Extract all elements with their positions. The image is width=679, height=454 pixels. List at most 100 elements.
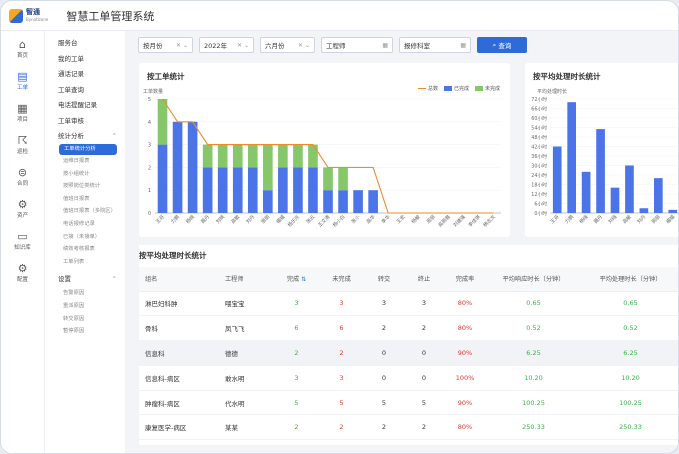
x-tick-label: 杨乐乐 (286, 213, 301, 228)
period-select[interactable]: 按月份 ✕ ⌄ (138, 37, 193, 53)
bar-completed (368, 190, 378, 213)
table-cell: 0.52 (486, 315, 581, 342)
year-select[interactable]: 2022年 ✕ ⌄ (199, 37, 254, 53)
table-cell: 2 (364, 315, 404, 342)
column-header-label: 平均处理时长（分钟） (599, 276, 662, 284)
query-button[interactable]: ⌕ 查询 (477, 37, 527, 53)
y-tick-label: 0 (148, 211, 151, 217)
x-tick-label: 刘建强 (452, 213, 467, 228)
subnav-stats-item[interactable]: 已接（未接单） (45, 231, 125, 244)
table-cell: 肿瘤科-病区 (139, 390, 219, 416)
x-tick-label: 杨小白 (331, 213, 346, 228)
nav-book[interactable]: ▭ 知识库 (1, 226, 44, 255)
table-cell: 0 (364, 340, 404, 366)
table-cell: 代水明 (219, 390, 274, 416)
subnav-settings-item[interactable]: 重派原因 (45, 300, 125, 313)
subnav-stats-item[interactable]: 按小组统计 (45, 168, 125, 181)
sub-nav: 服务台 我的工单 通话记录 工单查询 电话提醒记录 工单审核 统计分析 ⌃ 工单统计分析 运维日报… (45, 31, 125, 453)
table-cell: 6.25 (486, 340, 581, 366)
subnav-stats-item[interactable]: 工单统计分析 (59, 144, 117, 155)
nav-contract[interactable]: ⊜ 合同 (1, 162, 44, 191)
dept-field[interactable]: 报修科室 ▦ (399, 37, 471, 53)
subnav-stats-item[interactable]: 值班日报表（多院区） (45, 205, 125, 218)
table-cell: 5 (364, 390, 404, 416)
left-nav: ⌂ 首页 ▤ 工单 ▦ 项目 ☈ 巡检 ⊜ 合同 ⚙ 资产 ▭ 知识库 ⚙ 配置 (1, 31, 45, 453)
nav-fingerprint[interactable]: ☈ 巡检 (1, 130, 44, 159)
subnav-group-stats[interactable]: 统计分析 ⌃ (45, 129, 125, 144)
nav-asset[interactable]: ⚙ 资产 (1, 194, 44, 223)
x-tick-label: 薇丹 (592, 213, 604, 225)
table-cell: 康复医学-病区 (139, 414, 219, 441)
y-axis-label: 工单数量 (143, 88, 163, 95)
table-row[interactable]: 信息科-病区 敢水明 3 3 0 0 100% 10.20 10.20 (139, 365, 678, 391)
bar-incomplete (217, 144, 228, 168)
table-cell: 2 (274, 414, 319, 441)
subnav-item[interactable]: 工单查询 (45, 83, 125, 99)
document-icon: ▤ (17, 69, 28, 83)
logo-mark-icon (9, 8, 23, 23)
nav-settings[interactable]: ⚙ 配置 (1, 258, 44, 287)
subnav-item[interactable]: 我的工单 (45, 52, 125, 68)
bar-completed (172, 121, 183, 213)
bar-duration (668, 209, 678, 213)
sort-icon[interactable]: ⇅ (299, 276, 306, 283)
month-select[interactable]: 六月份 ✕ ⌄ (260, 37, 315, 53)
duration-table: 组名 工程师 完成 ⇅ 未完成 转交 终止 完成率 平均响应时长（分钟） 平均处理时长（分钟） … (139, 267, 678, 441)
subnav-settings-item[interactable]: 转交原因 (45, 313, 125, 326)
subnav-stats-item[interactable]: 工单列表 (45, 256, 125, 269)
bar-completed (232, 167, 243, 213)
subnav-stats-item[interactable]: 运维日报表 (45, 155, 125, 168)
duration-table-card: 按平均处理时长统计 组名 工程师 完成 ⇅ 未完成 转交 终止 完成率 平均响应时长（分钟） 平… (139, 245, 678, 445)
subnav-stats-item[interactable]: 按照岗位类统计 (45, 180, 125, 193)
subnav-stats-item[interactable]: 绩效考核报表 (45, 243, 125, 256)
table-cell: 2 (404, 315, 444, 342)
subnav-item[interactable]: 电话提醒记录 (45, 98, 125, 114)
bar-incomplete (263, 144, 273, 191)
table-cell: 0 (404, 340, 444, 366)
subnav-settings-item[interactable]: 暂停原因 (45, 325, 125, 338)
table-cell: 0.65 (581, 291, 678, 317)
duration-chart: 平均处理时长 0小时 6小时 12小时 18小时 24小时 30小时 36小时 42小时 48小时… (531, 88, 678, 225)
y-tick-label: 0小时 (534, 210, 547, 217)
nav-grid[interactable]: ▦ 项目 (1, 98, 44, 127)
subnav-settings-item[interactable]: 告警原因 (45, 287, 125, 300)
table-cell: 骨科 (139, 315, 219, 342)
x-tick-label: 王芬 (154, 213, 166, 225)
y-tick-label: 36小时 (531, 153, 547, 160)
subnav-group-settings[interactable]: 设置 ⌃ (45, 272, 125, 287)
bar-completed (278, 167, 288, 213)
table-row[interactable]: 信息科 德德 2 2 0 0 90% 6.25 6.25 (139, 340, 678, 366)
nav-label: 资产 (16, 212, 28, 219)
column-header: 工程师 (219, 267, 274, 292)
column-header: 平均处理时长（分钟） (581, 267, 678, 292)
y-tick-label: 2 (148, 165, 151, 171)
table-cell: 100% (444, 365, 486, 391)
subnav-item[interactable]: 工单审核 (45, 114, 125, 130)
column-header-label: 平均响应时长（分钟） (502, 276, 565, 284)
bar-completed (157, 144, 168, 213)
table-row[interactable]: 淋巴妇科肿 喂宝宝 3 3 3 3 80% 0.65 0.65 (139, 291, 678, 317)
table-row[interactable]: 骨科 凤飞飞 6 6 2 2 80% 0.52 0.52 (139, 315, 678, 342)
bar-incomplete (323, 167, 333, 191)
bar-completed (247, 167, 258, 213)
nav-document[interactable]: ▤ 工单 (1, 66, 44, 95)
table-cell: 3 (364, 291, 404, 317)
bar-completed (217, 167, 228, 213)
subnav-stats-item[interactable]: 值班日报表 (45, 193, 125, 206)
main-content: 按月份 ✕ ⌄ 2022年 ✕ ⌄ 六月份 ✕ ⌄ 工程师 ▦ 报修科室 ▦ ⌕ 查询 按… (125, 31, 678, 453)
table-cell: 80% (444, 291, 486, 317)
x-tick-label: 杨晓 (578, 213, 590, 225)
engineer-field[interactable]: 工程师 ▦ (321, 37, 393, 53)
column-header-label: 未完成 (332, 276, 351, 284)
bar-incomplete (338, 167, 348, 191)
table-row[interactable]: 肿瘤科-病区 代水明 5 5 5 5 90% 100.25 100.25 (139, 390, 678, 416)
subnav-item[interactable]: 服务台 (45, 36, 125, 52)
table-row[interactable]: 康复医学-病区 某某 2 2 2 2 80% 250.33 250.33 (139, 414, 678, 441)
column-header[interactable]: 完成 ⇅ (274, 267, 319, 292)
table-cell: 2 (404, 414, 444, 441)
subnav-stats-item[interactable]: 电话报修记录 (45, 218, 125, 231)
x-tick-label: 刘晓 (214, 213, 226, 225)
table-cell: 6 (319, 315, 364, 342)
nav-home[interactable]: ⌂ 首页 (1, 34, 44, 63)
subnav-item[interactable]: 通话记录 (45, 67, 125, 83)
